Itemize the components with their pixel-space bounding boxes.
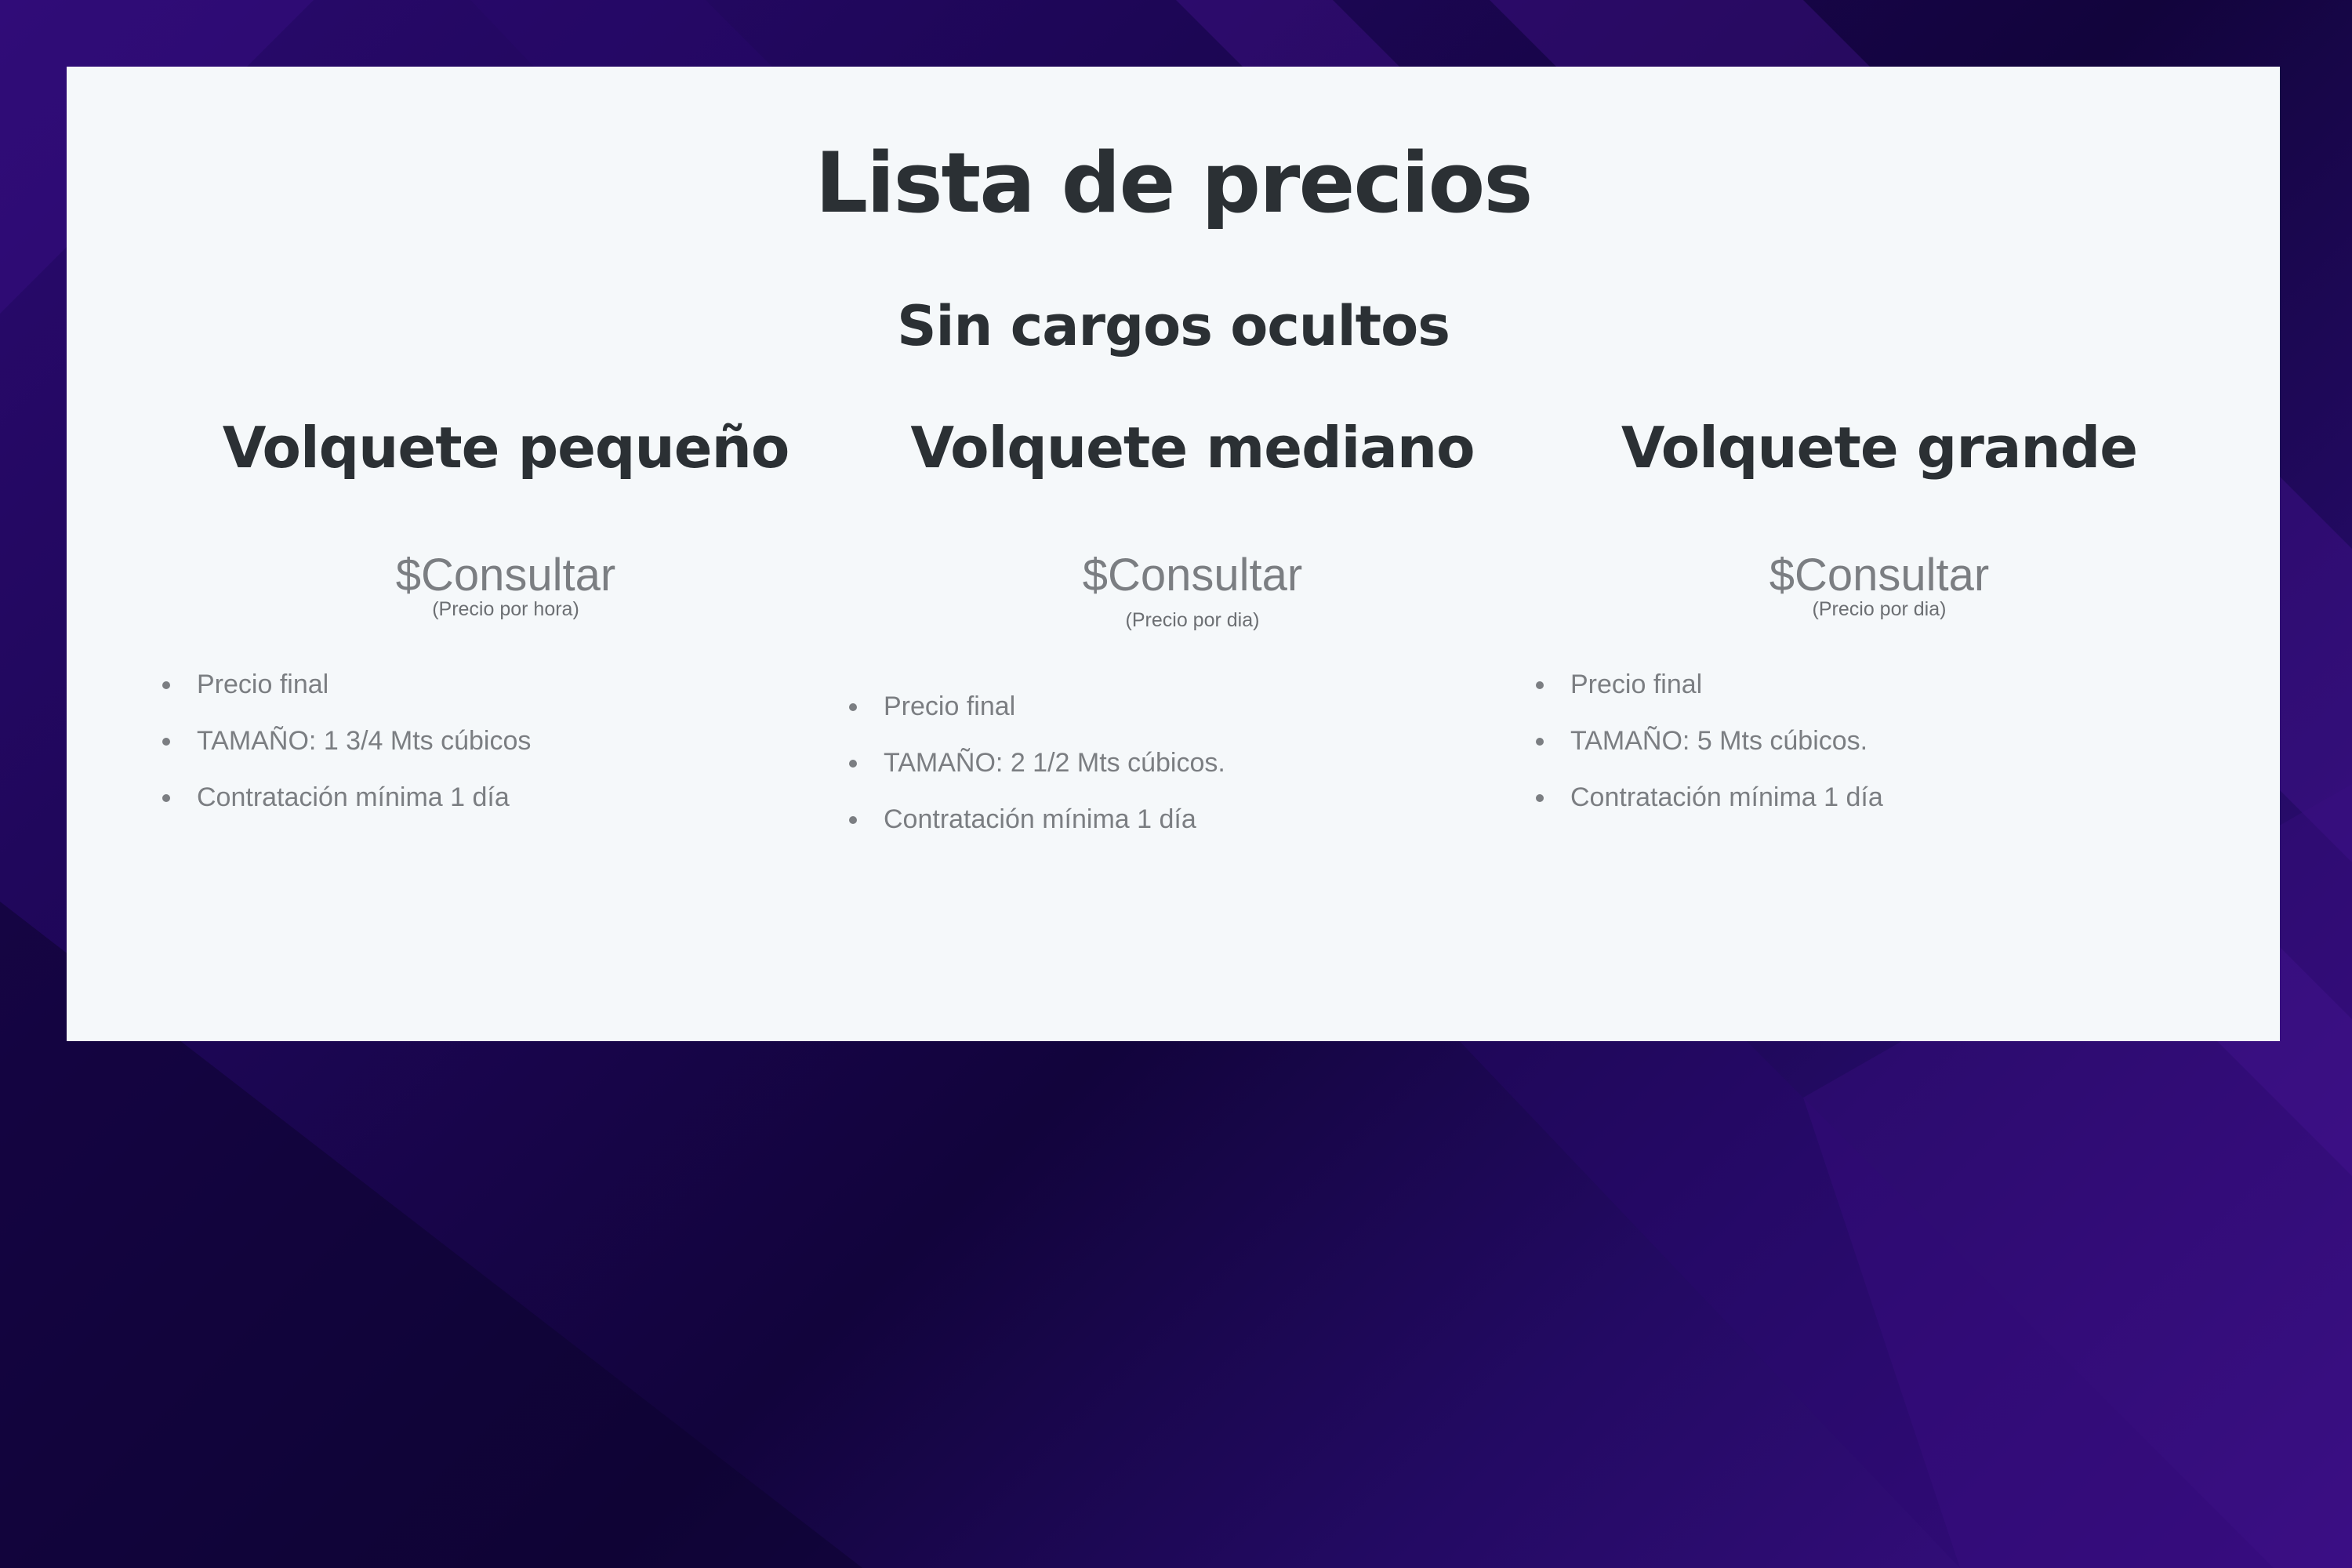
plan-features-list: Precio final TAMAÑO: 5 Mts cúbicos. Cont… <box>1534 656 2224 826</box>
feature-item: Precio final <box>1534 656 2224 713</box>
feature-text: Precio final <box>884 691 1016 721</box>
plan-price-note: (Precio por dia) <box>1812 598 1947 620</box>
feature-item: Contratación mínima 1 día <box>1534 769 2224 826</box>
pricing-panel: Lista de precios Sin cargos ocultos Volq… <box>67 67 2280 1041</box>
feature-item: TAMAÑO: 5 Mts cúbicos. <box>1534 713 2224 769</box>
plan-price: $Consultar <box>1769 550 1990 601</box>
plan-features-list: Precio final TAMAÑO: 2 1/2 Mts cúbicos. … <box>848 678 1537 848</box>
feature-item: TAMAÑO: 1 3/4 Mts cúbicos <box>161 713 851 769</box>
plan-price-note: (Precio por hora) <box>432 598 579 620</box>
feature-text: TAMAÑO: 2 1/2 Mts cúbicos. <box>884 748 1225 778</box>
feature-text: Precio final <box>1570 670 1703 699</box>
bullet-icon <box>1536 681 1544 689</box>
plan-name: Volquete mediano <box>910 415 1475 481</box>
feature-text: TAMAÑO: 1 3/4 Mts cúbicos <box>197 726 532 756</box>
bullet-icon <box>162 794 170 802</box>
plan-name: Volquete pequeño <box>222 415 790 481</box>
feature-text: Contratación mínima 1 día <box>884 804 1196 834</box>
feature-item: Contratación mínima 1 día <box>848 791 1537 848</box>
feature-item: TAMAÑO: 2 1/2 Mts cúbicos. <box>848 735 1537 791</box>
plan-price: $Consultar <box>1082 550 1303 601</box>
plan-price: $Consultar <box>395 550 616 601</box>
bullet-icon <box>162 738 170 746</box>
page-subtitle: Sin cargos ocultos <box>897 294 1450 358</box>
bullet-icon <box>1536 738 1544 746</box>
bullet-icon <box>849 760 857 768</box>
feature-item: Contratación mínima 1 día <box>161 769 851 826</box>
feature-item: Precio final <box>161 656 851 713</box>
feature-text: Contratación mínima 1 día <box>197 782 510 812</box>
plan-name: Volquete grande <box>1621 415 2138 481</box>
feature-text: Precio final <box>197 670 329 699</box>
feature-item: Precio final <box>848 678 1537 735</box>
feature-text: TAMAÑO: 5 Mts cúbicos. <box>1570 726 1868 756</box>
feature-text: Contratación mínima 1 día <box>1570 782 1883 812</box>
page-title: Lista de precios <box>815 135 1534 231</box>
bullet-icon <box>849 816 857 824</box>
bullet-icon <box>1536 794 1544 802</box>
bullet-icon <box>162 681 170 689</box>
plan-price-note: (Precio por dia) <box>1125 609 1260 631</box>
plan-features-list: Precio final TAMAÑO: 1 3/4 Mts cúbicos C… <box>161 656 851 826</box>
bullet-icon <box>849 703 857 711</box>
